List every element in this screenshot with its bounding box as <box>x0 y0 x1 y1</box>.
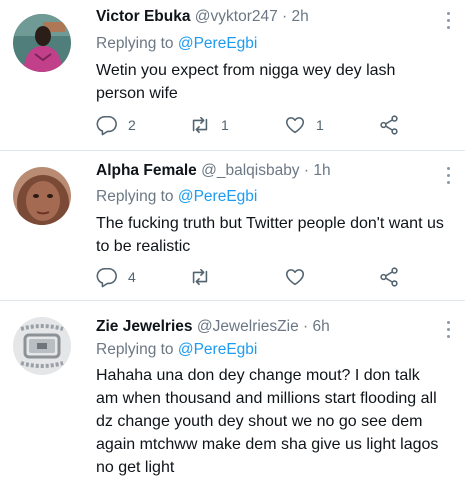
tweet-reply[interactable]: Victor Ebuka @vyktor247 · 2h Replying to… <box>0 0 465 151</box>
reply-button[interactable]: 2 <box>96 113 136 137</box>
replying-prefix: Replying to <box>96 35 174 52</box>
user-handle[interactable]: @JewelriesZie <box>197 318 299 335</box>
tweet-actions: 4 <box>96 265 436 289</box>
avatar-photo <box>13 167 71 225</box>
retweet-icon <box>192 116 208 134</box>
replying-to: Replying to @PereEgbi <box>96 34 257 54</box>
heart-icon <box>285 117 305 134</box>
reply-icon <box>96 267 117 288</box>
replying-to: Replying to @PereEgbi <box>96 187 257 207</box>
avatar[interactable] <box>13 167 71 225</box>
share-icon <box>380 267 398 287</box>
timestamp[interactable]: 1h <box>313 162 330 179</box>
share-icon <box>380 115 398 135</box>
reply-count: 4 <box>128 269 136 285</box>
display-name[interactable]: Victor Ebuka <box>96 8 190 25</box>
more-options-icon[interactable] <box>445 321 451 338</box>
like-count: 1 <box>316 117 324 133</box>
avatar-photo <box>13 317 71 375</box>
timestamp[interactable]: 6h <box>313 318 330 335</box>
avatar[interactable] <box>13 14 71 72</box>
retweet-button[interactable] <box>189 265 211 289</box>
replying-prefix: Replying to <box>96 341 174 358</box>
tweet-text: Hahaha una don dey change mout? I don ta… <box>96 367 439 476</box>
retweet-icon <box>192 268 208 286</box>
like-button[interactable] <box>284 265 306 289</box>
retweet-count: 1 <box>221 117 229 133</box>
separator-dot: · <box>303 162 310 179</box>
display-name[interactable]: Alpha Female <box>96 162 197 179</box>
more-options-icon[interactable] <box>445 12 451 29</box>
mention-link[interactable]: @PereEgbi <box>178 188 258 205</box>
avatar-photo <box>13 14 71 72</box>
tweet-text: Wetin you expect from nigga wey dey lash… <box>96 62 396 102</box>
tweet-reply[interactable]: Zie Jewelries @JewelriesZie · 6h Replyin… <box>0 301 465 476</box>
separator-dot: · <box>303 318 309 335</box>
reply-icon <box>96 115 117 136</box>
retweet-button[interactable]: 1 <box>189 113 229 137</box>
mention-link[interactable]: @PereEgbi <box>178 35 258 52</box>
reply-count: 2 <box>128 117 136 133</box>
heart-icon <box>285 269 305 286</box>
user-handle[interactable]: @vyktor247 <box>195 8 278 25</box>
replying-prefix: Replying to <box>96 188 174 205</box>
avatar[interactable] <box>13 317 71 375</box>
separator-dot: · <box>282 8 288 25</box>
replying-to: Replying to @PereEgbi <box>96 340 257 360</box>
timestamp[interactable]: 2h <box>292 8 309 25</box>
display-name[interactable]: Zie Jewelries <box>96 318 193 335</box>
mention-link[interactable]: @PereEgbi <box>178 341 258 358</box>
like-button[interactable]: 1 <box>284 113 324 137</box>
tweet-text: The fucking truth but Twitter people don… <box>96 215 444 255</box>
share-button[interactable] <box>378 113 400 137</box>
tweet-actions: 2 1 1 <box>96 113 436 137</box>
more-options-icon[interactable] <box>445 167 451 184</box>
user-handle[interactable]: @_balqisbaby <box>201 162 299 179</box>
reply-button[interactable]: 4 <box>96 265 136 289</box>
tweet-reply[interactable]: Alpha Female @_balqisbaby · 1h Replying … <box>0 151 465 301</box>
share-button[interactable] <box>378 265 400 289</box>
